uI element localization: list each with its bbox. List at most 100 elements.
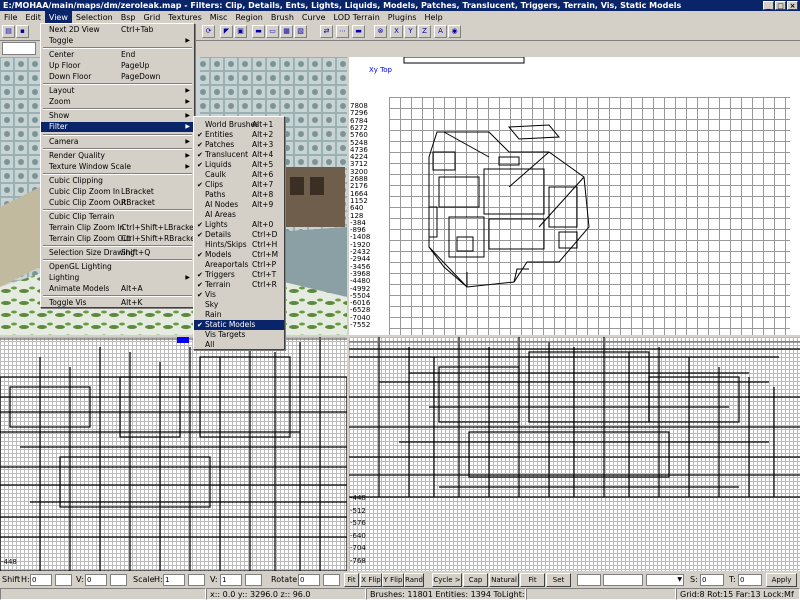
filter-item-entities[interactable]: ✔ Entities Alt+2 (194, 130, 284, 140)
texture-icon[interactable]: ▧ (294, 25, 307, 38)
scale-v-input[interactable]: 1 (220, 574, 242, 586)
filter-item-models[interactable]: ✔ Models Ctrl+M (194, 250, 284, 260)
view-menu-item-zoom[interactable]: Zoom ▶ (41, 97, 194, 107)
view-menu-item-lighting[interactable]: Lighting ▶ (41, 273, 194, 283)
fit2-button[interactable]: Fit (520, 573, 545, 587)
patch-icon[interactable]: ▭ (266, 25, 279, 38)
filter-item-clips[interactable]: ✔ Clips Alt+7 (194, 180, 284, 190)
view-menu-item-center[interactable]: Center End (41, 50, 194, 60)
menu-misc[interactable]: Misc (206, 11, 232, 24)
cap-button[interactable]: Cap (463, 573, 488, 587)
view-menu-item-up-floor[interactable]: Up Floor PageUp (41, 61, 194, 71)
fit-button[interactable]: Fit (344, 573, 359, 587)
view-menu-item-texture-window-scale[interactable]: Texture Window Scale ▶ (41, 162, 194, 172)
view-menu-item-layout[interactable]: Layout ▶ (41, 86, 194, 96)
filter-item-rain[interactable]: Rain (194, 310, 284, 320)
menu-lod-terrain[interactable]: LOD Terrain (330, 11, 384, 24)
filter-item-paths[interactable]: Paths Alt+8 (194, 190, 284, 200)
node-icon[interactable]: ⋯ (336, 25, 349, 38)
open-icon[interactable]: ▤ (2, 25, 15, 38)
cycle-button[interactable]: Cycle > (432, 573, 462, 587)
filter-item-patches[interactable]: ✔ Patches Alt+3 (194, 140, 284, 150)
rotate-icon[interactable]: ⟳ (202, 25, 215, 38)
extra-dropdown[interactable]: ▼ (646, 574, 684, 586)
view-menu-item-down-floor[interactable]: Down Floor PageDown (41, 72, 194, 82)
view-menu-item-show[interactable]: Show ▶ (41, 111, 194, 121)
y-axis-icon[interactable]: Y (404, 25, 417, 38)
select-arrow-icon[interactable]: ◤ (220, 25, 233, 38)
filter-item-lights[interactable]: ✔ Lights Alt+0 (194, 220, 284, 230)
shift-v-step-input[interactable] (110, 574, 127, 586)
front-viewport[interactable]: -448 -512 -576 -640 -704 -768 (349, 337, 800, 571)
cube-icon[interactable]: ▣ (234, 25, 247, 38)
menu-plugins[interactable]: Plugins (384, 11, 421, 24)
path-icon[interactable]: ⇄ (320, 25, 333, 38)
rotate-input[interactable]: 0 (298, 574, 320, 586)
t-input[interactable]: 0 (738, 574, 762, 586)
text-icon[interactable]: A (434, 25, 447, 38)
scale-v-step-input[interactable] (245, 574, 262, 586)
view-menu-item-opengl-lighting[interactable]: OpenGL Lighting (41, 262, 194, 272)
filter-item-caulk[interactable]: Caulk Alt+6 (194, 170, 284, 180)
extra-input-1[interactable] (577, 574, 601, 586)
shift-v-input[interactable]: 0 (85, 574, 107, 586)
rand-button[interactable]: Rand (404, 573, 424, 587)
eye-icon[interactable]: ◉ (448, 25, 461, 38)
brush-icon[interactable]: ▬ (252, 25, 265, 38)
light-icon[interactable]: ▬ (352, 25, 365, 38)
shift-h-input[interactable]: 0 (30, 574, 52, 586)
view-menu-item-terrain-clip-zoom-out[interactable]: Terrain Clip Zoom Out Ctrl+Shift+RBracket (41, 234, 198, 244)
view-menu-item-terrain-clip-zoom-in[interactable]: Terrain Clip Zoom In Ctrl+Shift+LBracket (41, 223, 197, 233)
natural-button[interactable]: Natural (489, 573, 519, 587)
set-button[interactable]: Set (546, 573, 571, 587)
view-menu-item-selection-size-drawing[interactable]: Selection Size Drawing Shift+Q (41, 248, 194, 258)
filter-item-details[interactable]: ✔ Details Ctrl+D (194, 230, 284, 240)
x-flip-button[interactable]: X Flip (360, 573, 382, 587)
view-menu-item-camera[interactable]: Camera ▶ (41, 137, 194, 147)
entity-icon[interactable]: ▦ (280, 25, 293, 38)
filter-item-terrain[interactable]: ✔ Terrain Ctrl+R (194, 280, 284, 290)
top-viewport[interactable]: Xy Top 7808 7296 6784 6272 5760 5248 4736 4224 3… (349, 57, 800, 335)
scale-h-step-input[interactable] (188, 574, 205, 586)
view-menu-item-cubic-clip-zoom-in[interactable]: Cubic Clip Zoom In LBracket (41, 187, 194, 197)
rotate-step-input[interactable] (323, 574, 340, 586)
minimize-button[interactable]: _ (763, 1, 774, 10)
menu-file[interactable]: File (0, 11, 21, 24)
filter-item-translucent[interactable]: ✔ Translucent Alt+4 (194, 150, 284, 160)
view-menu-item-toggle[interactable]: Toggle ▶ (41, 36, 194, 46)
x-axis-icon[interactable]: X (390, 25, 403, 38)
filter-item-vis[interactable]: ✔ Vis (194, 290, 284, 300)
view-menu-item-animate-models[interactable]: Animate Models Alt+A (41, 284, 194, 294)
menu-curve[interactable]: Curve (298, 11, 330, 24)
s-input[interactable]: 0 (700, 574, 724, 586)
filter-item-sky[interactable]: Sky (194, 300, 284, 310)
maximize-button[interactable]: □ (775, 1, 786, 10)
menu-help[interactable]: Help (420, 11, 446, 24)
apply-button[interactable]: Apply (766, 573, 797, 587)
y-flip-button[interactable]: Y Flip (382, 573, 404, 587)
save-icon[interactable]: ▪ (16, 25, 29, 38)
view-menu-item-cubic-clip-terrain[interactable]: Cubic Clip Terrain (41, 212, 194, 222)
close-button[interactable]: × (787, 1, 798, 10)
menu-region[interactable]: Region (231, 11, 266, 24)
filter-item-world-brushes[interactable]: World Brushes Alt+1 (194, 120, 284, 130)
view-menu-item-cubic-clipping[interactable]: Cubic Clipping (41, 176, 194, 186)
view-menu-item-next-2d-view[interactable]: Next 2D View Ctrl+Tab (41, 25, 194, 35)
side-viewport[interactable]: -448 (0, 337, 347, 571)
scale-h-input[interactable]: 1 (163, 574, 185, 586)
menu-brush[interactable]: Brush (267, 11, 298, 24)
view-menu-item-toggle-vis[interactable]: Toggle Vis Alt+K (41, 298, 194, 308)
filter-item-hints-skips[interactable]: Hints/Skips Ctrl+H (194, 240, 284, 250)
z-axis-icon[interactable]: Z (418, 25, 431, 38)
texture-combo[interactable] (2, 42, 36, 55)
view-menu-item-render-quality[interactable]: Render Quality ▶ (41, 151, 194, 161)
filter-item-areaportals[interactable]: Areaportals Ctrl+P (194, 260, 284, 270)
filter-item-all[interactable]: All (194, 340, 284, 350)
clipper-icon[interactable]: ⊗ (374, 25, 387, 38)
filter-item-triggers[interactable]: ✔ Triggers Ctrl+T (194, 270, 284, 280)
filter-item-vis-targets[interactable]: Vis Targets (194, 330, 284, 340)
filter-item-ai-areas[interactable]: AI Areas (194, 210, 284, 220)
filter-item-ai-nodes[interactable]: AI Nodes Alt+9 (194, 200, 284, 210)
view-menu-item-cubic-clip-zoom-out[interactable]: Cubic Clip Zoom Out RBracket (41, 198, 194, 208)
view-menu-item-filter[interactable]: Filter ▶ (41, 122, 194, 132)
